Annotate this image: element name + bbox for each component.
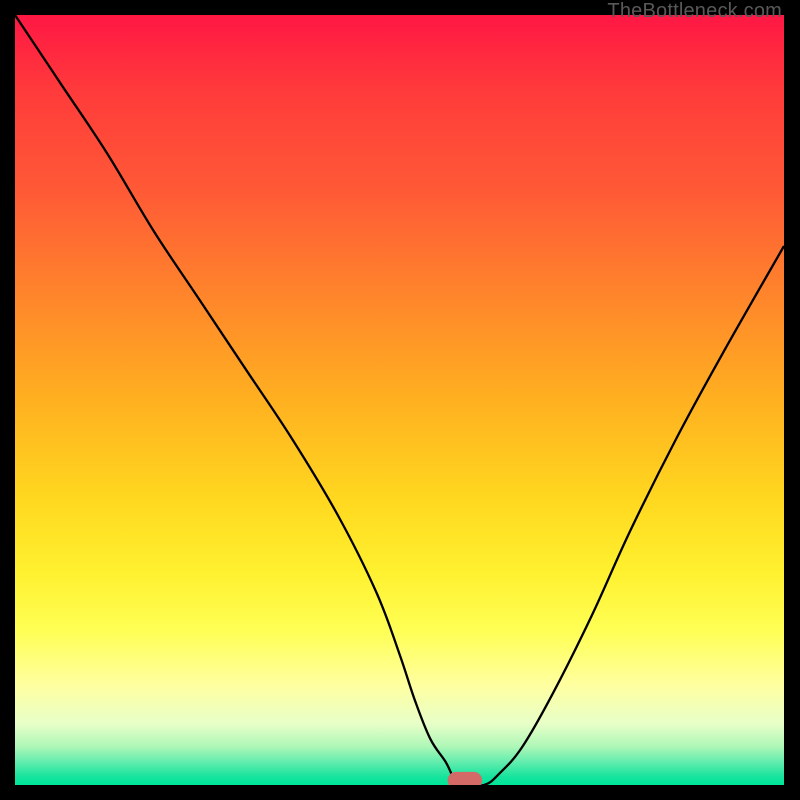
optimal-point-marker xyxy=(448,772,483,785)
plot-area xyxy=(15,15,784,785)
bottleneck-curve-path xyxy=(15,15,784,785)
watermark-text: TheBottleneck.com xyxy=(607,0,782,23)
chart-frame: TheBottleneck.com xyxy=(0,0,800,800)
chart-svg xyxy=(15,15,784,785)
